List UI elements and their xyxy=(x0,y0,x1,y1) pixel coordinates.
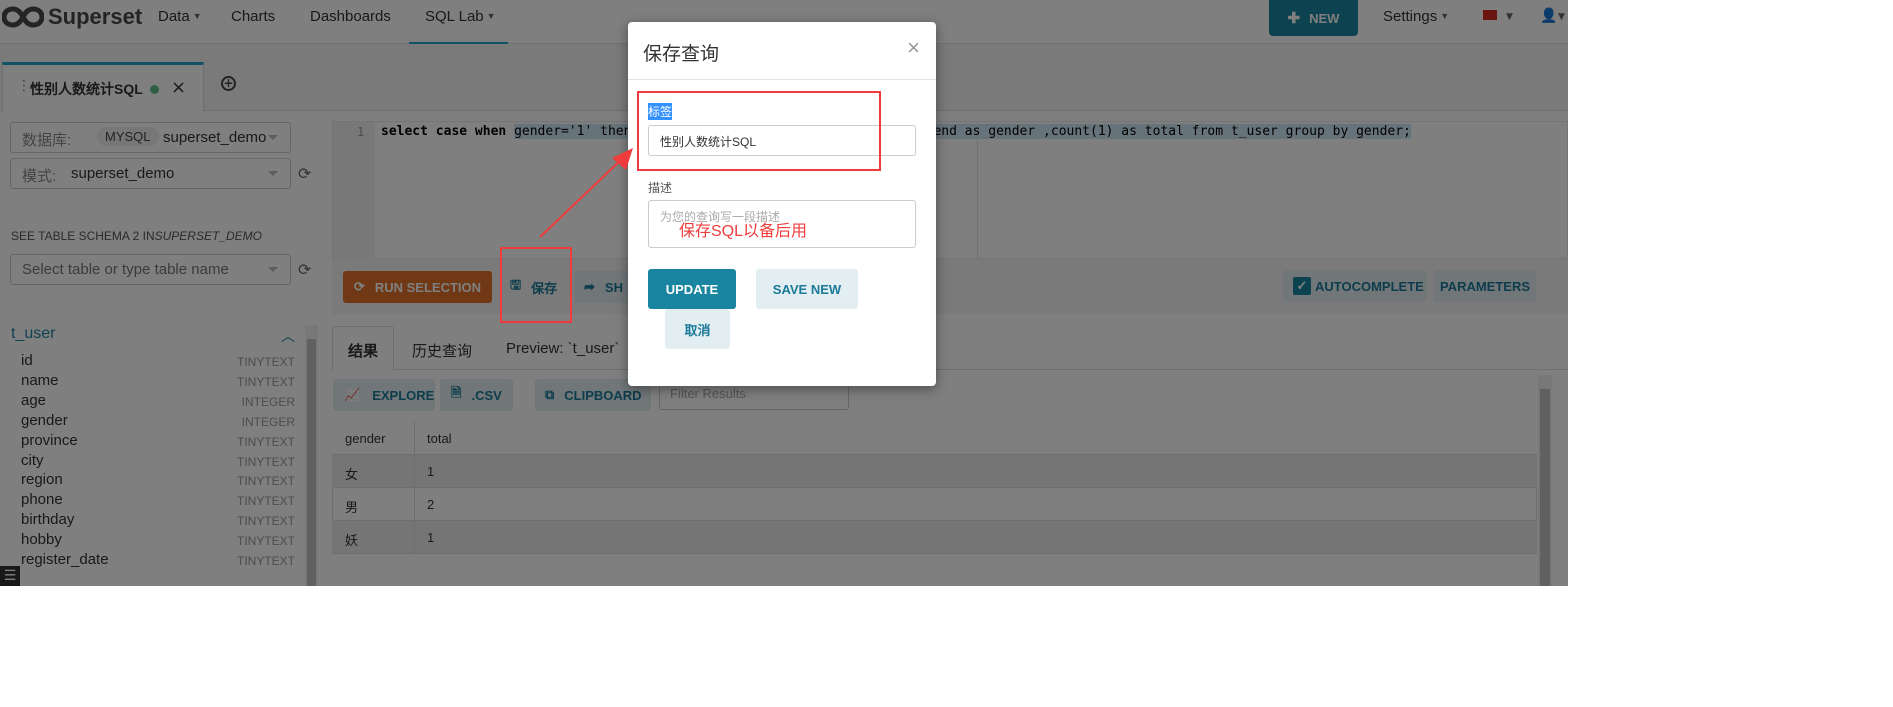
save-query-modal: 保存查询 × 标签 性别人数统计SQL 描述 为您的查询写一段描述 UPDATE… xyxy=(628,22,936,386)
cancel-button[interactable]: 取消 xyxy=(665,309,730,349)
description-field-label: 描述 xyxy=(648,181,673,195)
save-new-button[interactable]: SAVE NEW xyxy=(756,269,858,309)
annotation-box-label xyxy=(637,91,881,171)
annotation-note: 保存SQL以备后用 xyxy=(679,223,808,240)
update-button[interactable]: UPDATE xyxy=(648,269,736,309)
modal-title: 保存查询 xyxy=(643,44,720,65)
close-icon[interactable]: × xyxy=(907,35,920,61)
annotation-box-save xyxy=(500,247,572,323)
divider xyxy=(628,79,936,80)
